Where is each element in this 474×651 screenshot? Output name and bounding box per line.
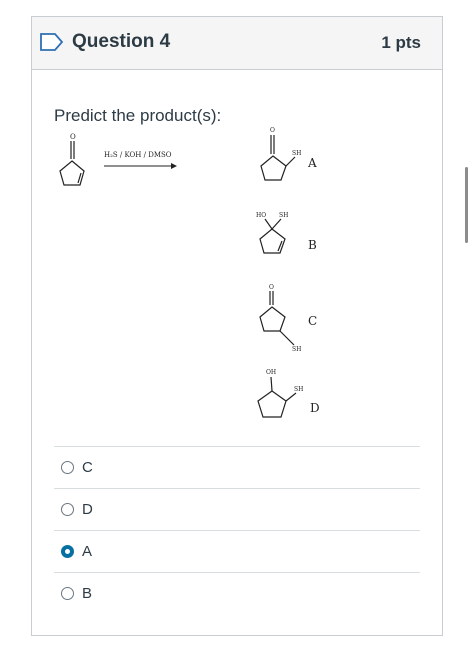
product-d-oh-label: OH [266, 369, 276, 376]
reactant-cyclopentenone [59, 141, 85, 186]
product-b-sh-label: SH [279, 212, 288, 219]
radio-button-selected[interactable] [61, 545, 74, 558]
reaction-arrow [104, 163, 177, 169]
scrollbar-thumb[interactable] [465, 167, 468, 243]
reaction-scheme: O H₂S / KOH / DMSO O SH A HO SH B O SH C… [59, 127, 320, 418]
product-c-letter: C [308, 314, 317, 328]
question-card: Question 4 1 pts Predict the product(s):… [31, 16, 443, 636]
radio-button[interactable] [61, 503, 74, 516]
answer-label: B [82, 585, 93, 602]
product-b-letter: B [308, 238, 317, 252]
answer-list: C D A B [54, 446, 420, 614]
product-d-sh-label: SH [294, 386, 303, 393]
product-c-structure [259, 291, 295, 346]
answer-label: D [82, 501, 93, 518]
product-a-o-label: O [270, 127, 275, 134]
answer-label: C [82, 459, 93, 476]
answer-option-b[interactable]: B [54, 572, 420, 614]
product-c-sh-label: SH [292, 346, 301, 353]
product-a-structure [260, 135, 296, 181]
answer-label: A [82, 543, 93, 560]
product-b-structure [259, 218, 286, 254]
reactant-o-label: O [70, 133, 76, 141]
product-a-sh-label: SH [292, 150, 301, 157]
answer-option-d[interactable]: D [54, 488, 420, 530]
product-d-letter: D [310, 401, 320, 415]
answer-option-a[interactable]: A [54, 530, 420, 572]
radio-button[interactable] [61, 461, 74, 474]
product-d-structure [257, 376, 297, 418]
product-b-ho-label: HO [256, 212, 266, 219]
reagents-label: H₂S / KOH / DMSO [104, 151, 172, 159]
answer-option-c[interactable]: C [54, 446, 420, 488]
product-c-o-label: O [269, 284, 274, 291]
product-a-letter: A [307, 156, 317, 170]
radio-button[interactable] [61, 587, 74, 600]
